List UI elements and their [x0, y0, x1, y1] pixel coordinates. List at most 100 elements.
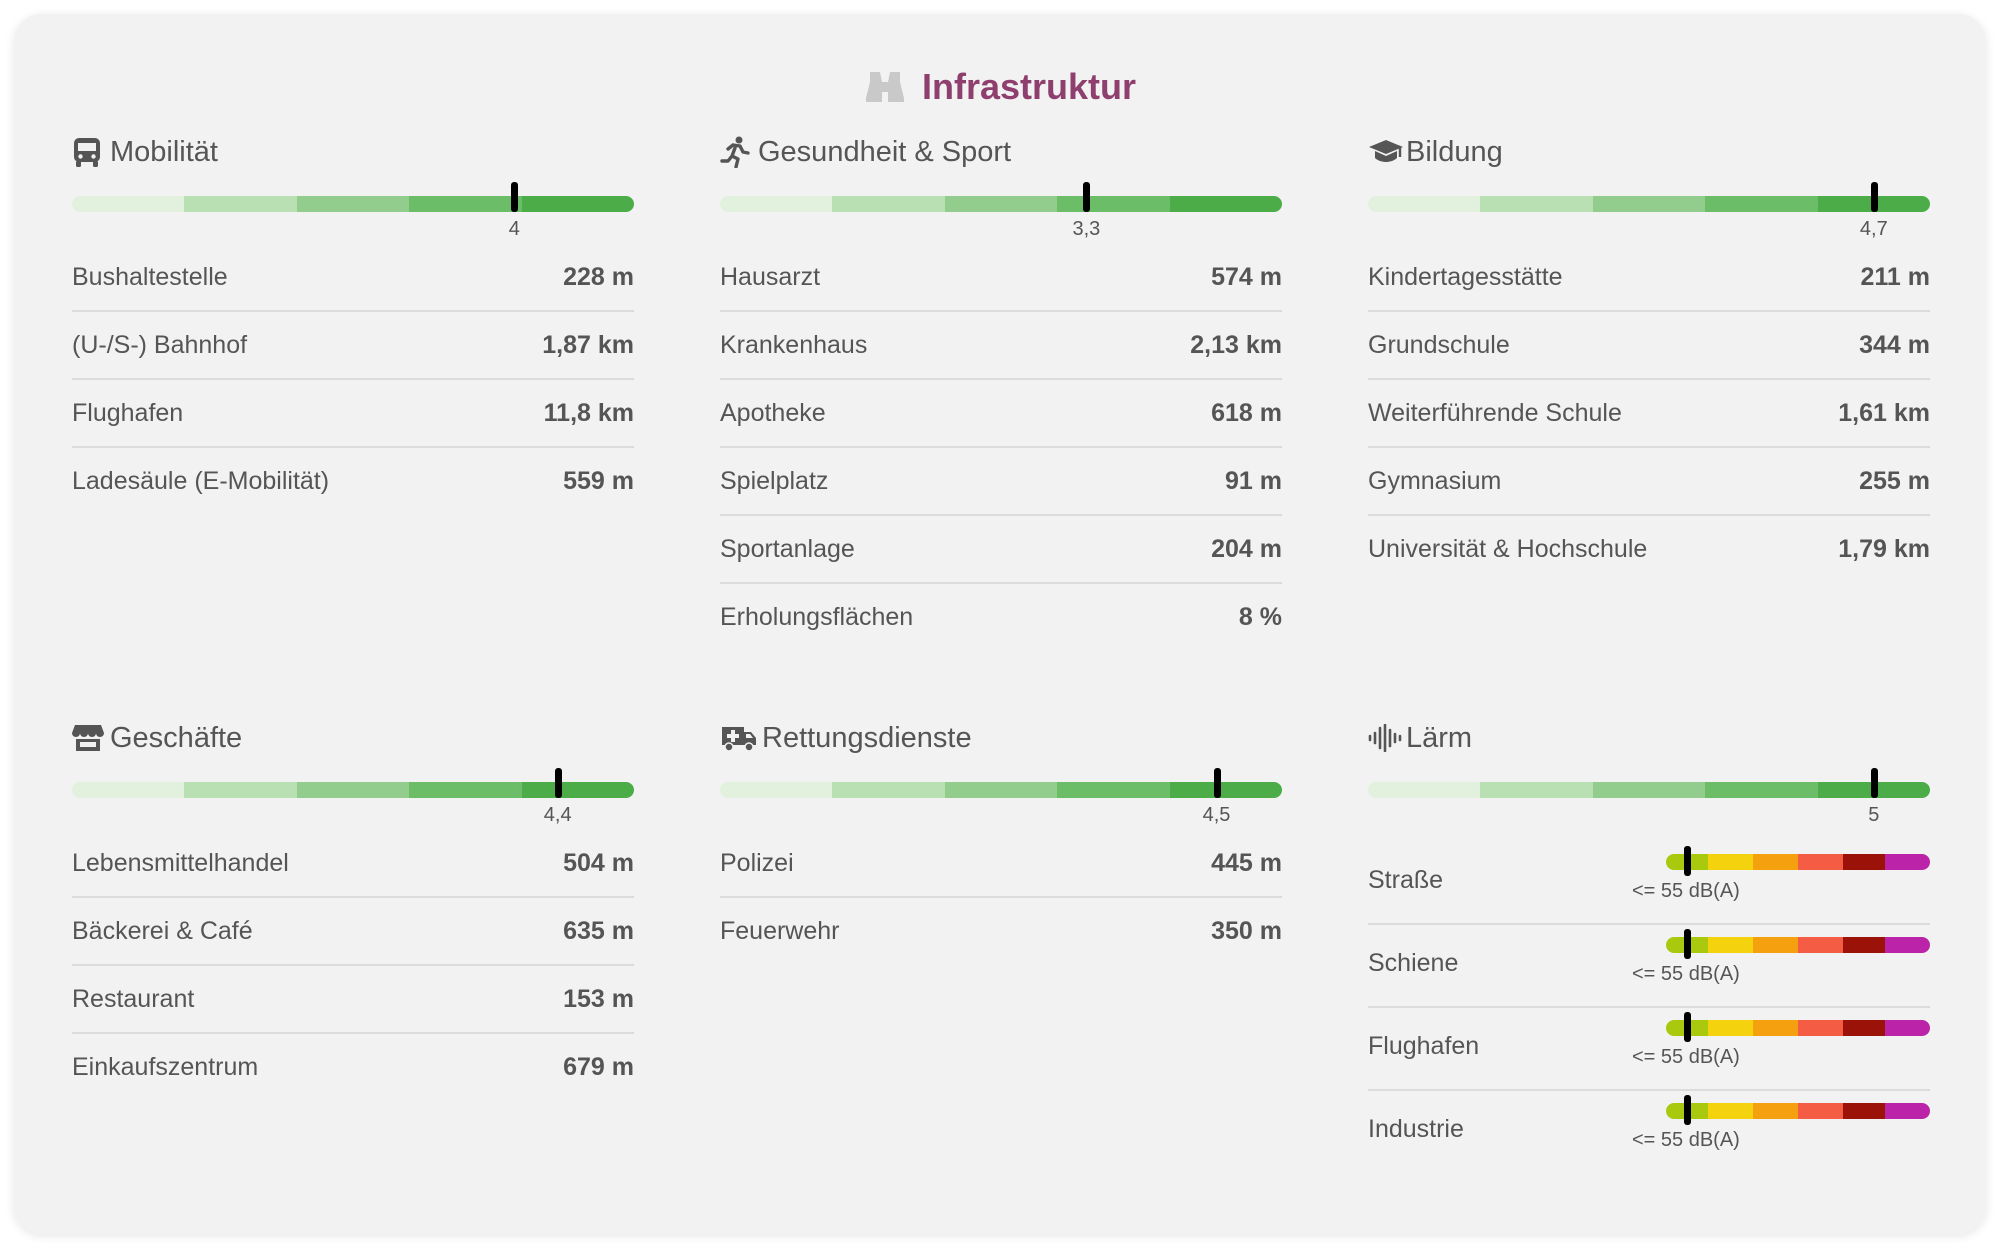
list-item: Feuerwehr 350 m: [720, 898, 1282, 964]
noise-item: Industrie <= 55 dB(A): [1368, 1091, 1930, 1172]
noise-level-marker: [1684, 929, 1692, 959]
noise-band: [1842, 1103, 1886, 1119]
section-mobilitaet: Mobilität 4 Bushaltestelle 228 m (U-/S-) …: [72, 132, 634, 514]
item-label: Polizei: [720, 848, 794, 877]
rating-value: 5: [1868, 804, 1880, 826]
noise-band: [1885, 937, 1930, 953]
noise-level-marker: [1684, 1095, 1692, 1125]
item-distance: 1,79 km: [1838, 534, 1930, 563]
rating-marker: [1083, 182, 1091, 212]
rating-scale: 4,7: [1368, 182, 1930, 242]
item-label: Weiterführende Schule: [1368, 398, 1622, 427]
item-distance: 11,8 km: [543, 398, 634, 427]
main-title: Infrastruktur: [14, 66, 1986, 108]
rating-marker: [554, 768, 562, 798]
poi-list: Bushaltestelle 228 m (U-/S-) Bahnhof 1,87 …: [72, 244, 634, 514]
noise-band: [1885, 1103, 1930, 1119]
list-item: Apotheke 618 m: [720, 380, 1282, 448]
main-title-text: Infrastruktur: [921, 66, 1137, 107]
poi-list: Polizei 445 m Feuerwehr 350 m: [720, 830, 1282, 964]
noise-band: [1708, 1020, 1754, 1036]
running-person-icon: [720, 132, 758, 172]
rating-value: 4,7: [1859, 218, 1888, 240]
noise-level-label: <= 55 dB(A): [1632, 880, 1740, 902]
graduation-cap-icon: [1368, 132, 1406, 172]
rating-scale: 3,3: [720, 182, 1282, 242]
list-item: Ladesäule (E-Mobilität) 559 m: [72, 448, 634, 514]
noise-source-label: Straße: [1368, 866, 1444, 894]
sound-wave-icon: [1368, 718, 1406, 758]
section-title: Geschäfte: [110, 721, 243, 754]
item-distance: 91 m: [1225, 466, 1282, 495]
item-label: Hausarzt: [720, 262, 821, 291]
item-label: (U-/S-) Bahnhof: [72, 330, 248, 359]
list-item: Lebensmittelhandel 504 m: [72, 830, 634, 898]
item-label: Spielplatz: [720, 466, 829, 495]
rating-value: 4,5: [1202, 804, 1231, 826]
noise-level-bar: [1666, 854, 1930, 870]
noise-band: [1797, 854, 1843, 870]
noise-band: [1753, 1020, 1798, 1036]
item-label: Bushaltestelle: [72, 262, 228, 291]
section-title: Gesundheit & Sport: [758, 135, 1012, 168]
list-item: (U-/S-) Bahnhof 1,87 km: [72, 312, 634, 380]
ambulance-icon: [720, 718, 762, 758]
rating-marker: [1213, 768, 1221, 798]
rating-scale: 5: [1368, 768, 1930, 828]
noise-list: Straße <= 55 dB(A) Schiene <= 55 dB(A) F…: [1368, 842, 1930, 1172]
item-distance: 1,61 km: [1838, 398, 1930, 427]
item-distance: 618 m: [1211, 398, 1282, 427]
list-item: Bushaltestelle 228 m: [72, 244, 634, 312]
binoculars-icon: [864, 70, 906, 104]
rating-scale: 4,4: [72, 768, 634, 828]
noise-level-marker: [1684, 1012, 1692, 1042]
noise-band: [1797, 1020, 1843, 1036]
poi-list: Lebensmittelhandel 504 m Bäckerei & Café 6…: [72, 830, 634, 1100]
noise-band: [1797, 937, 1843, 953]
list-item: Einkaufszentrum 679 m: [72, 1034, 634, 1100]
item-label: Krankenhaus: [720, 330, 868, 359]
noise-band: [1842, 1020, 1886, 1036]
item-distance: 504 m: [563, 848, 634, 877]
item-label: Restaurant: [72, 984, 195, 1013]
section-title: Rettungsdienste: [762, 721, 972, 754]
noise-band: [1842, 937, 1886, 953]
item-label: Flughafen: [72, 398, 184, 427]
noise-source-label: Schiene: [1368, 949, 1459, 977]
noise-level-bar: [1666, 1020, 1930, 1036]
item-distance: 8 %: [1238, 602, 1282, 631]
rating-marker: [1870, 768, 1878, 798]
noise-item: Schiene <= 55 dB(A): [1368, 925, 1930, 1008]
item-label: Bäckerei & Café: [72, 916, 253, 945]
rating-value: 4,4: [543, 804, 572, 826]
noise-source-label: Flughafen: [1368, 1032, 1480, 1060]
noise-level-bar: [1666, 937, 1930, 953]
list-item: Polizei 445 m: [720, 830, 1282, 898]
list-item: Grundschule 344 m: [1368, 312, 1930, 380]
noise-band: [1753, 937, 1798, 953]
noise-level-label: <= 55 dB(A): [1632, 963, 1740, 985]
noise-band: [1885, 854, 1930, 870]
section-rettung: Rettungsdienste 4,5 Polizei 445 m Feuerwe…: [720, 718, 1282, 964]
item-label: Gymnasium: [1368, 466, 1502, 495]
store-icon: [72, 718, 110, 758]
section-title: Lärm: [1406, 721, 1473, 754]
section-gesundheit: Gesundheit & Sport 3,3 Hausarzt 574 m Kra…: [720, 132, 1282, 650]
list-item: Flughafen 11,8 km: [72, 380, 634, 448]
list-item: Krankenhaus 2,13 km: [720, 312, 1282, 380]
noise-band: [1708, 937, 1754, 953]
list-item: Erholungsflächen 8 %: [720, 584, 1282, 650]
item-distance: 574 m: [1211, 262, 1282, 291]
item-label: Apotheke: [720, 398, 826, 427]
list-item: Restaurant 153 m: [72, 966, 634, 1034]
item-distance: 445 m: [1211, 848, 1282, 877]
section-bildung: Bildung 4,7 Kindertagesstätte 211 m Grund…: [1368, 132, 1930, 582]
item-distance: 344 m: [1859, 330, 1930, 359]
item-label: Ladesäule (E-Mobilität): [72, 466, 330, 495]
noise-band: [1753, 1103, 1798, 1119]
list-item: Universität & Hochschule 1,79 km: [1368, 516, 1930, 582]
item-label: Kindertagesstätte: [1368, 262, 1563, 291]
rating-value: 4: [508, 218, 520, 240]
noise-band: [1797, 1103, 1843, 1119]
list-item: Gymnasium 255 m: [1368, 448, 1930, 516]
